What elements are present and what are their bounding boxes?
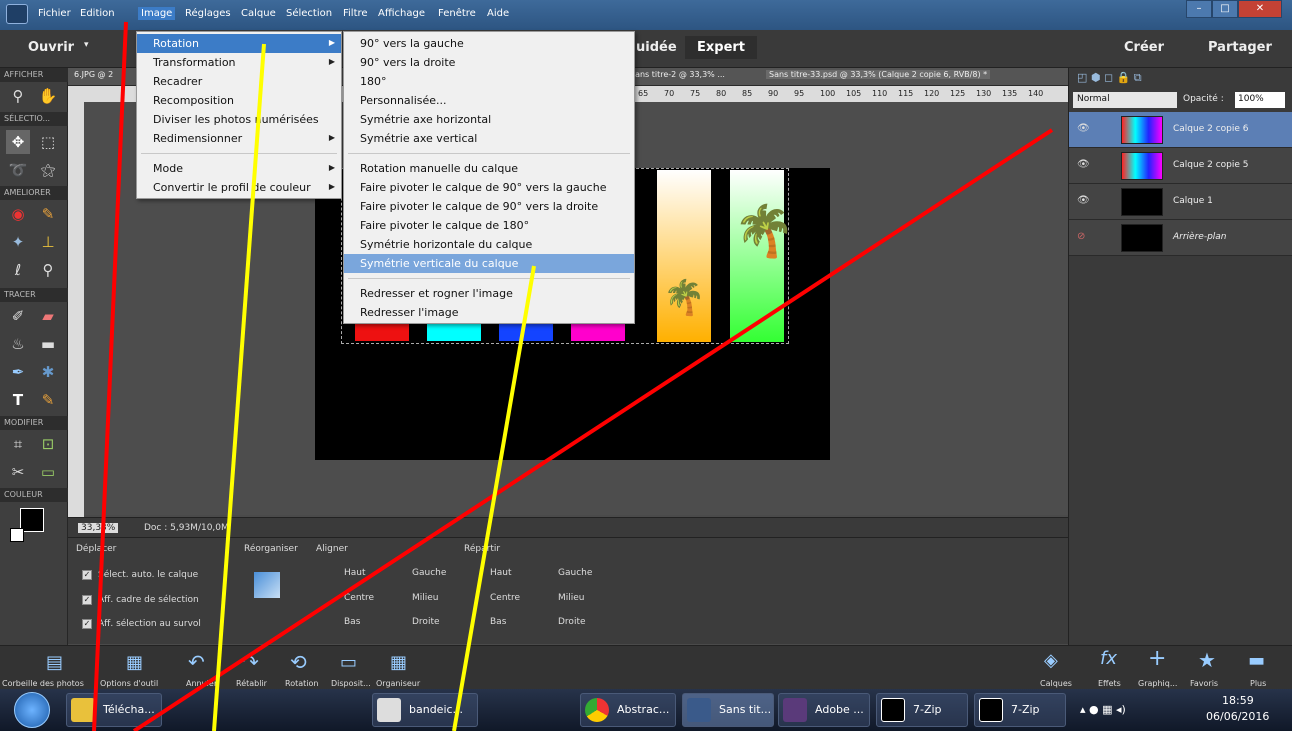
annotation-red-line [132,128,1054,731]
annotation-red-line [92,21,128,731]
annotation-yellow-line [212,43,266,731]
annotation-overlay [92,21,1054,731]
annotation-yellow-line [452,265,536,731]
